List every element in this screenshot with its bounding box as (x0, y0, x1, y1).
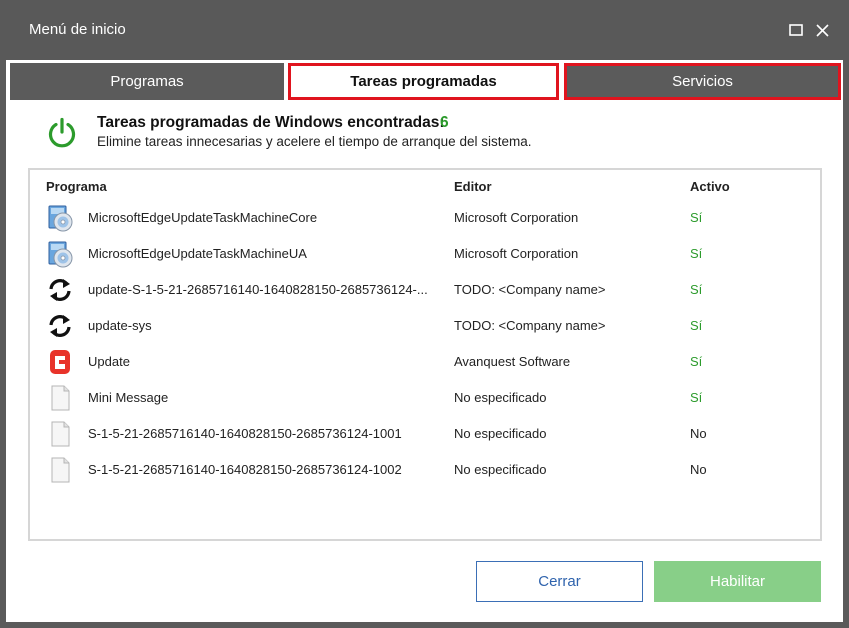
task-editor: Microsoft Corporation (454, 210, 579, 225)
task-editor: Avanquest Software (454, 354, 571, 369)
task-name: Update (88, 354, 130, 369)
maximize-icon[interactable] (786, 20, 806, 40)
tab-services[interactable]: Servicios (564, 63, 841, 100)
blank-file-icon (51, 385, 70, 411)
page-title: Tareas programadas de Windows encontrada… (97, 114, 445, 131)
task-editor: No especificado (454, 462, 547, 477)
tab-scheduled-tasks[interactable]: Tareas programadas (288, 63, 559, 100)
task-active: Sí (690, 390, 703, 405)
task-active: No (690, 462, 707, 477)
task-count: 6 (440, 114, 449, 131)
task-name: update-sys (88, 318, 152, 333)
blank-file-icon (51, 457, 70, 483)
table-row[interactable]: Mini Message No especificado Sí (30, 380, 820, 416)
task-editor: TODO: <Company name> (454, 282, 606, 297)
sync-arrows-icon (49, 315, 71, 337)
task-name: MicrosoftEdgeUpdateTaskMachineUA (88, 246, 307, 261)
task-active: Sí (690, 246, 703, 261)
avanquest-logo-icon (50, 350, 70, 374)
column-header-program[interactable]: Programa (46, 179, 107, 194)
task-active: No (690, 426, 707, 441)
task-active: Sí (690, 354, 703, 369)
table-row[interactable]: S-1-5-21-2685716140-1640828150-268573612… (30, 452, 820, 488)
task-name: MicrosoftEdgeUpdateTaskMachineCore (88, 210, 318, 225)
table-row[interactable]: update-sys TODO: <Company name> Sí (30, 308, 820, 344)
tab-scheduled-tasks-label: Tareas programadas (350, 73, 497, 90)
tab-services-label: Servicios (672, 73, 733, 90)
sync-arrows-icon (49, 279, 71, 301)
tab-programs[interactable]: Programas (10, 63, 284, 100)
power-icon (48, 117, 76, 148)
close-icon[interactable] (812, 20, 832, 40)
table-row[interactable]: Update Avanquest Software Sí (30, 344, 820, 380)
title-bar: Menú de inicio (0, 0, 849, 60)
task-name: S-1-5-21-2685716140-1640828150-268573612… (88, 426, 402, 441)
blank-file-icon (51, 421, 70, 447)
task-active: Sí (690, 318, 703, 333)
task-active: Sí (690, 282, 703, 297)
task-editor: TODO: <Company name> (454, 318, 606, 333)
tab-programs-label: Programas (110, 73, 184, 90)
table-row[interactable]: MicrosoftEdgeUpdateTaskMachineCore Micro… (30, 200, 820, 236)
table-row[interactable]: update-S-1-5-21-2685716140-1640828150-26… (30, 272, 820, 308)
column-header-active[interactable]: Activo (690, 179, 730, 194)
task-name: S-1-5-21-2685716140-1640828150-268573612… (88, 462, 402, 477)
task-name: update-S-1-5-21-2685716140-1640828150-26… (88, 282, 428, 297)
task-editor: Microsoft Corporation (454, 246, 579, 261)
close-button[interactable]: Cerrar (476, 561, 643, 602)
task-active: Sí (690, 210, 703, 225)
window-title: Menú de inicio (29, 21, 126, 38)
cd-installer-icon (48, 205, 73, 232)
task-name: Mini Message (88, 390, 169, 405)
table-row[interactable]: MicrosoftEdgeUpdateTaskMachineUA Microso… (30, 236, 820, 272)
enable-button[interactable]: Habilitar (654, 561, 821, 602)
table-row[interactable]: S-1-5-21-2685716140-1640828150-268573612… (30, 416, 820, 452)
page-subtitle: Elimine tareas innecesarias y acelere el… (97, 134, 532, 149)
dialog-body: Programas Tareas programadas Servicios T… (6, 60, 843, 622)
column-header-editor[interactable]: Editor (454, 179, 492, 194)
tasks-list[interactable]: Programa Editor Activo MicrosoftEdgeUpda… (28, 168, 822, 541)
task-editor: No especificado (454, 426, 547, 441)
task-editor: No especificado (454, 390, 547, 405)
cd-installer-icon (48, 241, 73, 268)
